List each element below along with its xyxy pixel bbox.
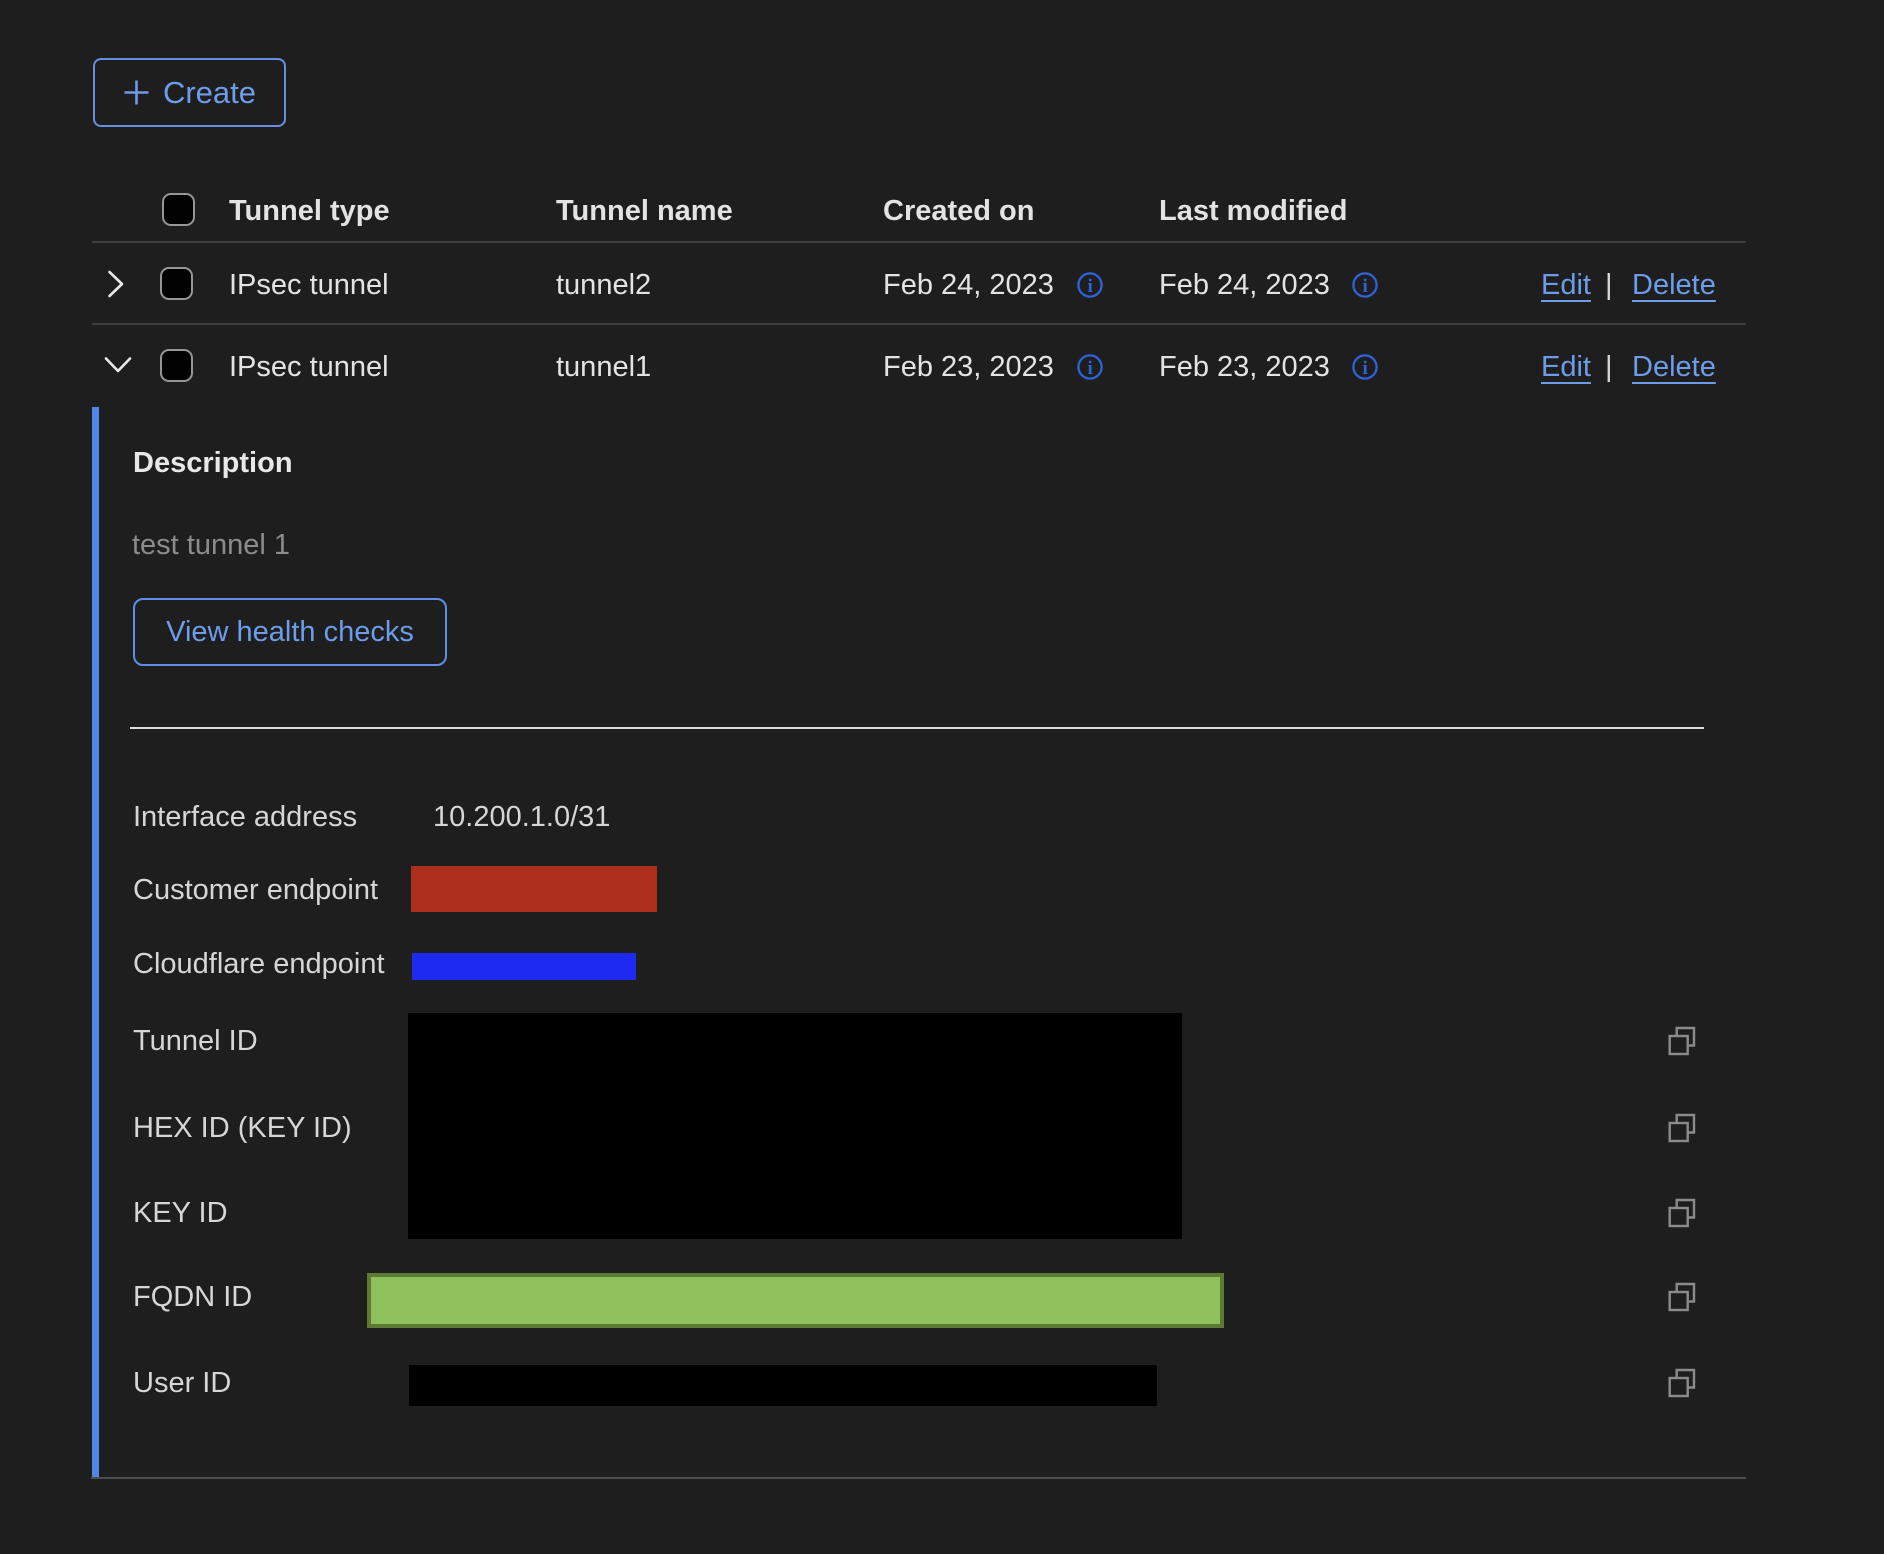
svg-text:i: i xyxy=(1088,358,1093,379)
svg-text:i: i xyxy=(1363,276,1368,297)
svg-text:i: i xyxy=(1363,358,1368,379)
svg-text:i: i xyxy=(1088,276,1093,297)
